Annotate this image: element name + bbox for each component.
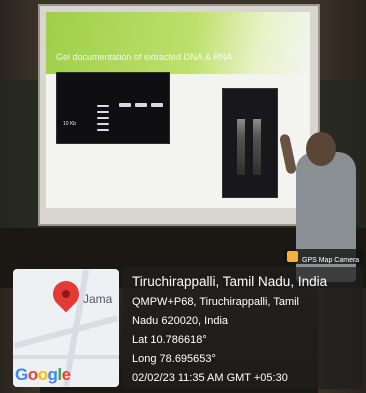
map-road [14,315,118,349]
gel-band [135,103,147,107]
google-logo: Google [15,365,71,385]
timestamp: 02/02/23 11:35 AM GMT +05:30 [132,372,288,384]
google-letter: e [61,365,71,384]
gel-band [97,123,109,125]
gel-band [97,129,109,131]
slide-header-band [46,12,310,74]
google-letter: o [27,365,38,384]
address-line-1: QMPW+P68, Tiruchirappalli, Tamil [132,296,299,308]
gps-camera-badge: GPS Map Camera [284,249,365,264]
google-letter: G [15,365,28,384]
gel-band [151,103,163,107]
projected-slide: Gel documentation of extracted DNA & RNA… [46,12,310,208]
gel-image-rna [222,88,278,198]
gel-lane [237,119,245,175]
longitude: Long 78.695653° [132,353,216,365]
gel-image-dna: 10 Kb [56,72,170,144]
photo-scene: Gel documentation of extracted DNA & RNA… [0,0,366,393]
gel-band [97,111,109,113]
location-pin-center [62,290,70,298]
google-letter: g [47,365,58,384]
camera-app-icon [287,251,298,262]
map-road [13,355,119,359]
gel-lane [253,119,261,175]
map-thumbnail: Jama Google [13,269,119,387]
google-letter: o [37,365,48,384]
gel-band [97,117,109,119]
gel-band [119,103,131,107]
gel-band [97,105,109,107]
gel-size-label: 10 Kb [63,121,77,127]
badge-label: GPS Map Camera [302,257,360,264]
map-place-label: Jama [83,292,113,306]
slide-title: Gel documentation of extracted DNA & RNA [56,52,233,62]
presenter-head [306,132,336,166]
address-line-2: Nadu 620020, India [132,315,229,327]
latitude: Lat 10.786618° [132,334,207,346]
location-title: Tiruchirappalli, Tamil Nadu, India [132,274,328,289]
